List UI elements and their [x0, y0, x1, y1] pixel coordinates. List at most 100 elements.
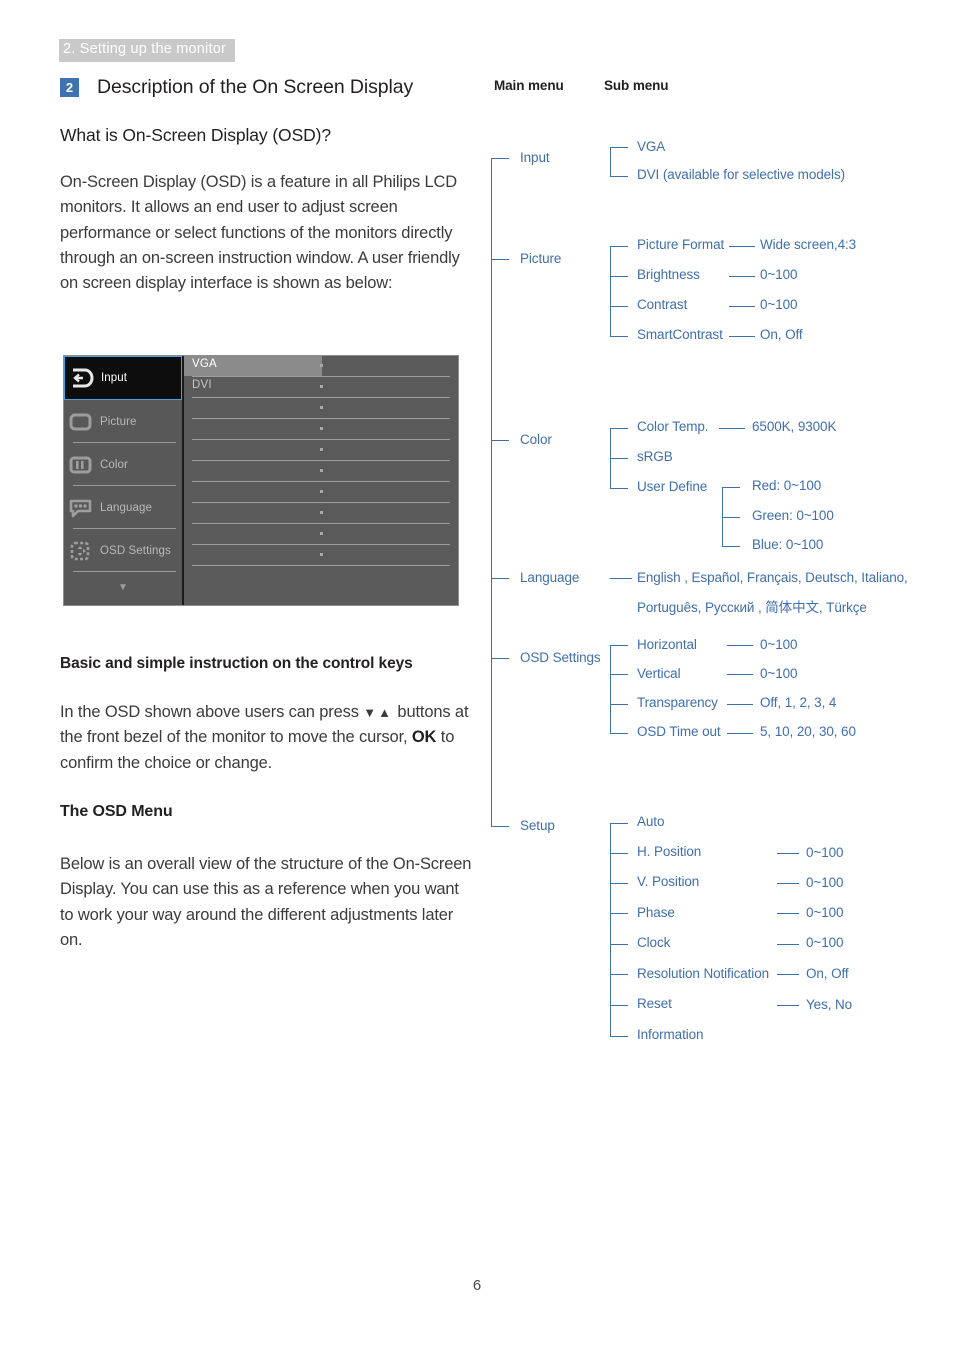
osd-sidebar-separator — [73, 571, 176, 572]
osd-sidebar-item-language[interactable]: Language — [64, 486, 182, 529]
tree-node-color: Color — [520, 432, 552, 447]
tree-node-clock: Clock — [637, 935, 671, 950]
osd-option-row[interactable]: DVI — [184, 377, 458, 398]
tree-connector — [727, 704, 753, 706]
tree-value-language-line1: English , Español, Français, Deutsch, It… — [637, 570, 908, 585]
tree-node-brightness: Brightness — [637, 267, 700, 282]
osd-option-row[interactable] — [184, 398, 458, 419]
tree-node-v-position: V. Position — [637, 874, 700, 889]
tree-connector — [610, 147, 628, 149]
tree-node-picture: Picture — [520, 251, 562, 266]
tree-connector — [610, 578, 632, 580]
osd-sidebar: Input Picture Color Language OSD Setting… — [64, 356, 184, 605]
tree-connector — [727, 674, 753, 676]
tree-connector — [610, 1036, 628, 1038]
tree-connector — [491, 826, 509, 828]
osd-screenshot: Input Picture Color Language OSD Setting… — [63, 355, 459, 606]
tree-connector — [722, 517, 740, 519]
tree-node-input: Input — [520, 150, 550, 165]
section-heading: 2 Description of the On Screen Display — [60, 76, 413, 99]
osd-option-row[interactable] — [184, 482, 458, 503]
tree-value-reset: Yes, No — [806, 997, 853, 1012]
tree-node-horizontal: Horizontal — [637, 637, 697, 652]
osd-option-row[interactable] — [184, 440, 458, 461]
paragraph-intro: On-Screen Display (OSD) is a feature in … — [60, 173, 460, 293]
osd-sidebar-item-color[interactable]: Color — [64, 443, 182, 486]
arrow-down-icon: ▼ — [363, 705, 379, 720]
tree-value-contrast: 0~100 — [760, 297, 798, 312]
osd-option-row[interactable]: VGA — [184, 356, 458, 377]
tree-node-user-define: User Define — [637, 479, 708, 494]
tree-value-picture-format: Wide screen,4:3 — [760, 237, 857, 252]
ok-button-label: OK — [411, 728, 437, 747]
osd-sidebar-item-osd-settings[interactable]: OSD Settings — [64, 529, 182, 572]
osd-option-row[interactable] — [184, 461, 458, 482]
tree-connector — [719, 428, 745, 430]
tree-connector — [610, 944, 628, 946]
tree-connector — [491, 578, 509, 580]
control-keys-text-1: In the OSD shown above users can press — [60, 703, 359, 721]
tree-node-smartcontrast: SmartContrast — [637, 327, 723, 342]
tree-connector — [727, 733, 753, 735]
osd-option-dot — [320, 469, 323, 472]
tree-value-color-temp: 6500K, 9300K — [752, 419, 837, 434]
tree-node-h-position: H. Position — [637, 844, 702, 859]
tree-node-input-dvi: DVI (available for selective models) — [637, 167, 845, 182]
osd-option-row[interactable] — [184, 524, 458, 545]
tree-value-phase: 0~100 — [806, 905, 844, 920]
picture-frame-icon — [66, 409, 96, 435]
tree-value-vertical: 0~100 — [760, 666, 798, 681]
tree-column-header-main: Main menu — [494, 78, 564, 93]
tree-connector — [777, 1005, 799, 1007]
section-number-badge: 2 — [60, 78, 79, 97]
tree-value-resolution-notification: On, Off — [806, 966, 849, 981]
osd-option-dot — [320, 490, 323, 493]
tree-node-auto: Auto — [637, 814, 665, 829]
tree-node-color-temp: Color Temp. — [637, 419, 709, 434]
tree-connector — [722, 546, 740, 548]
tree-connector — [610, 853, 628, 855]
tree-connector — [722, 487, 740, 489]
tree-value-v-position: 0~100 — [806, 875, 844, 890]
tree-node-information: Information — [637, 1027, 704, 1042]
paragraph-osd-menu-body: Below is an overall view of the structur… — [60, 855, 472, 949]
osd-scroll-down-icon[interactable]: ▼ — [64, 572, 182, 602]
tree-connector — [491, 658, 509, 660]
osd-option-panel: VGA DVI — [184, 356, 458, 605]
tree-connector — [610, 246, 628, 248]
osd-option-row[interactable] — [184, 419, 458, 440]
osd-option-row[interactable] — [184, 503, 458, 524]
osd-option-dot — [320, 364, 323, 367]
osd-sidebar-label: Color — [100, 458, 128, 471]
heading-what-is-osd: What is On-Screen Display (OSD)? — [60, 125, 332, 145]
osd-option-row[interactable] — [184, 545, 458, 566]
osd-option-separator — [192, 564, 450, 566]
tree-connector — [610, 913, 628, 915]
tree-node-contrast: Contrast — [637, 297, 688, 312]
tree-node-input-vga: VGA — [637, 139, 666, 154]
tree-connector — [610, 704, 628, 706]
tree-sub-spine-user-define — [722, 487, 724, 546]
tree-value-language-line2: Português, Русский , 简体中文, Türkçe — [637, 600, 867, 615]
tree-node-vertical: Vertical — [637, 666, 681, 681]
section-title: Description of the On Screen Display — [97, 76, 414, 98]
tree-node-blue: Blue: 0~100 — [752, 537, 824, 552]
tree-connector — [610, 674, 628, 676]
tree-column-header-sub: Sub menu — [604, 78, 669, 93]
osd-option-dot — [320, 427, 323, 430]
heading-basic-instruction: Basic and simple instruction on the cont… — [60, 655, 413, 672]
tree-node-osd-settings: OSD Settings — [520, 650, 601, 665]
tree-connector — [729, 336, 755, 338]
osd-option-label: VGA — [192, 358, 217, 370]
tree-node-green: Green: 0~100 — [752, 508, 834, 523]
osd-option-dot — [320, 385, 323, 388]
osd-sidebar-item-picture[interactable]: Picture — [64, 400, 182, 443]
osd-option-label: DVI — [192, 379, 212, 391]
tree-node-srgb: sRGB — [637, 449, 673, 464]
running-header: 2. Setting up the monitor — [59, 39, 235, 62]
osd-sidebar-item-input[interactable]: Input — [64, 356, 182, 400]
tree-node-osd-time-out: OSD Time out — [637, 724, 721, 739]
tree-sub-spine-setup — [610, 823, 612, 1036]
tree-value-transparency: Off, 1, 2, 3, 4 — [760, 695, 837, 710]
tree-node-transparency: Transparency — [637, 695, 718, 710]
